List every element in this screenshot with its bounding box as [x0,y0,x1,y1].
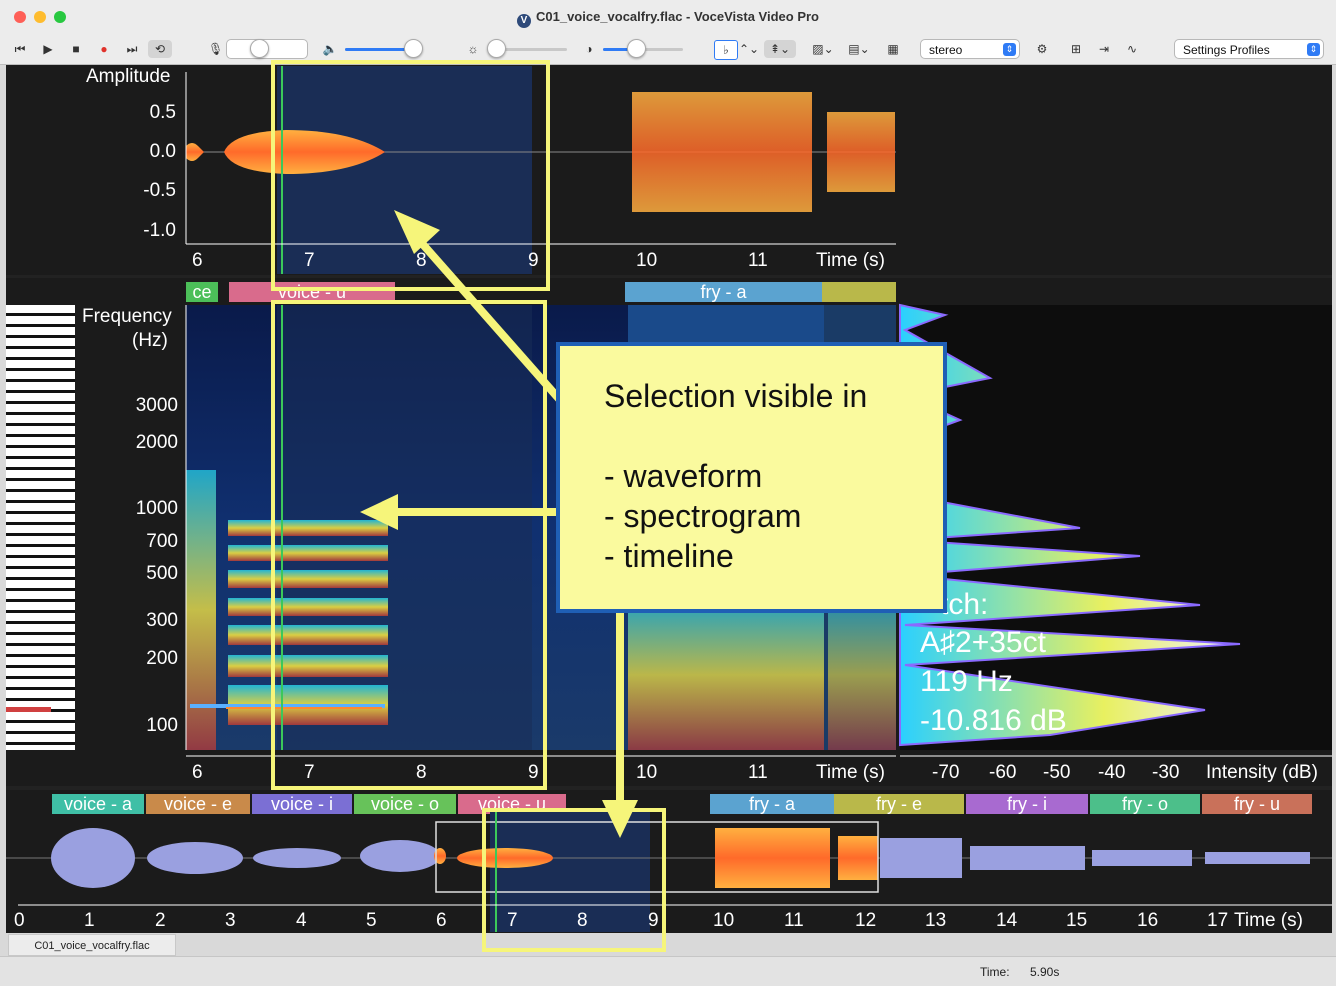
timeline-xtick: 16 [1137,910,1159,931]
callout-item: - timeline [604,538,734,574]
annotation-callout: Selection visible in - waveform - spectr… [556,342,947,613]
timeline-xtick: 7 [507,910,518,931]
timeline-xtick: 11 [784,910,804,931]
timeline-xtick: 4 [296,910,307,931]
file-tab[interactable]: C01_voice_vocalfry.flac [8,934,176,956]
callout-item: - waveform [604,458,763,494]
timeline-xtick: 8 [577,910,588,931]
timeline-xtick: 12 [855,910,877,931]
time-value: 5.90s [1030,965,1060,979]
timeline-xtick: 10 [713,910,735,931]
timeline-xtick: 14 [996,910,1018,931]
timeline-xtick: 5 [366,910,377,931]
timeline-xtick: 2 [155,910,166,931]
callout-heading: Selection visible in [604,378,868,414]
timeline-xtick: 6 [436,910,447,931]
status-bar: Time: 5.90s [0,956,1336,986]
timeline-xtick: 1 [84,910,95,931]
timeline-xtick: 3 [225,910,236,931]
timeline-xtick: 0 [14,910,25,931]
callout-item: - spectrogram [604,498,802,534]
timeline-xtick: 15 [1066,910,1088,931]
timeline-xtick: 13 [925,910,947,931]
time-label: Time: [980,965,1010,979]
timeline-xlabel: Time (s) [1234,910,1303,931]
timeline-xtick: 17 [1207,910,1229,931]
timeline-xtick: 9 [648,910,659,931]
